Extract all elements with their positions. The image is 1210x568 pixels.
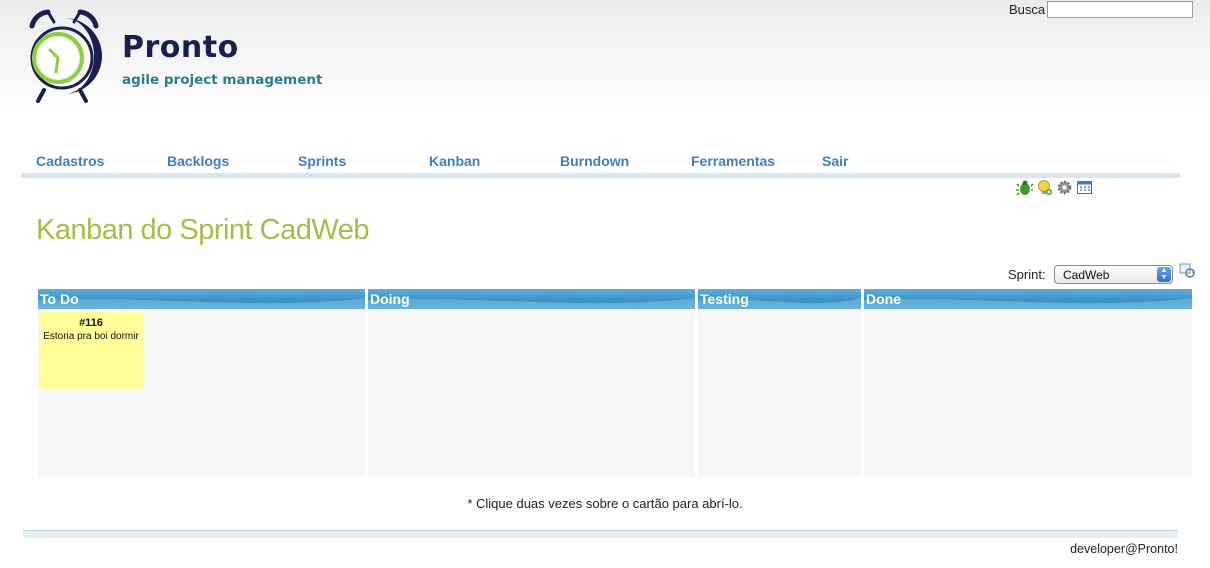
- column-done: Done: [864, 289, 1192, 477]
- nav-item-sair[interactable]: Sair: [822, 153, 848, 169]
- nav-item-ferramentas[interactable]: Ferramentas: [691, 153, 775, 169]
- column-testing: Testing: [698, 289, 861, 477]
- nav-item-kanban[interactable]: Kanban: [429, 153, 480, 169]
- alarm-clock-logo-icon: [29, 9, 102, 103]
- bug-icon[interactable]: [1016, 179, 1033, 196]
- sprint-select-value: CadWeb: [1063, 268, 1110, 282]
- refresh-icon[interactable]: [1179, 262, 1195, 278]
- column-header-testing: Testing: [698, 289, 861, 309]
- select-arrows-icon: ▲ ▼: [1157, 267, 1171, 282]
- column-title-todo: To Do: [40, 291, 79, 307]
- column-title-testing: Testing: [700, 291, 749, 307]
- hint-text: * Clique duas vezes sobre o cartão para …: [467, 496, 743, 511]
- card-title: Estoria pra boi dormir: [43, 331, 139, 342]
- gear-icon[interactable]: [1056, 179, 1073, 196]
- footer-user: developer@Pronto!: [1070, 542, 1178, 556]
- nav-underline: [21, 173, 1180, 178]
- kanban-card[interactable]: #116 Estoria pra boi dormir: [39, 312, 143, 389]
- sprint-label: Sprint:: [1008, 267, 1046, 282]
- column-header-doing: Doing: [368, 289, 695, 309]
- column-header-todo: To Do: [38, 289, 365, 309]
- column-header-done: Done: [864, 289, 1192, 309]
- column-title-done: Done: [866, 291, 901, 307]
- column-title-doing: Doing: [370, 291, 410, 307]
- search-label: Busca: [1009, 2, 1046, 17]
- footer-bar: [23, 530, 1178, 538]
- nav-item-burndown[interactable]: Burndown: [560, 153, 629, 169]
- app-title: Pronto: [122, 30, 239, 65]
- app-subtitle: agile project management: [122, 72, 323, 88]
- search-input[interactable]: [1047, 1, 1193, 18]
- column-header-wave: [864, 298, 1192, 309]
- nav-item-backlogs[interactable]: Backlogs: [167, 153, 229, 169]
- column-doing: Doing: [368, 289, 695, 477]
- nav-item-sprints[interactable]: Sprints: [298, 153, 346, 169]
- column-header-wave: [38, 298, 365, 309]
- column-header-wave: [368, 298, 695, 309]
- idea-icon[interactable]: [1036, 179, 1053, 196]
- nav-item-cadastros[interactable]: Cadastros: [36, 153, 104, 169]
- page-title: Kanban do Sprint CadWeb: [36, 214, 369, 246]
- card-id: #116: [79, 317, 103, 329]
- calendar-icon[interactable]: [1076, 179, 1093, 196]
- sprint-select[interactable]: CadWeb ▲ ▼: [1054, 265, 1173, 284]
